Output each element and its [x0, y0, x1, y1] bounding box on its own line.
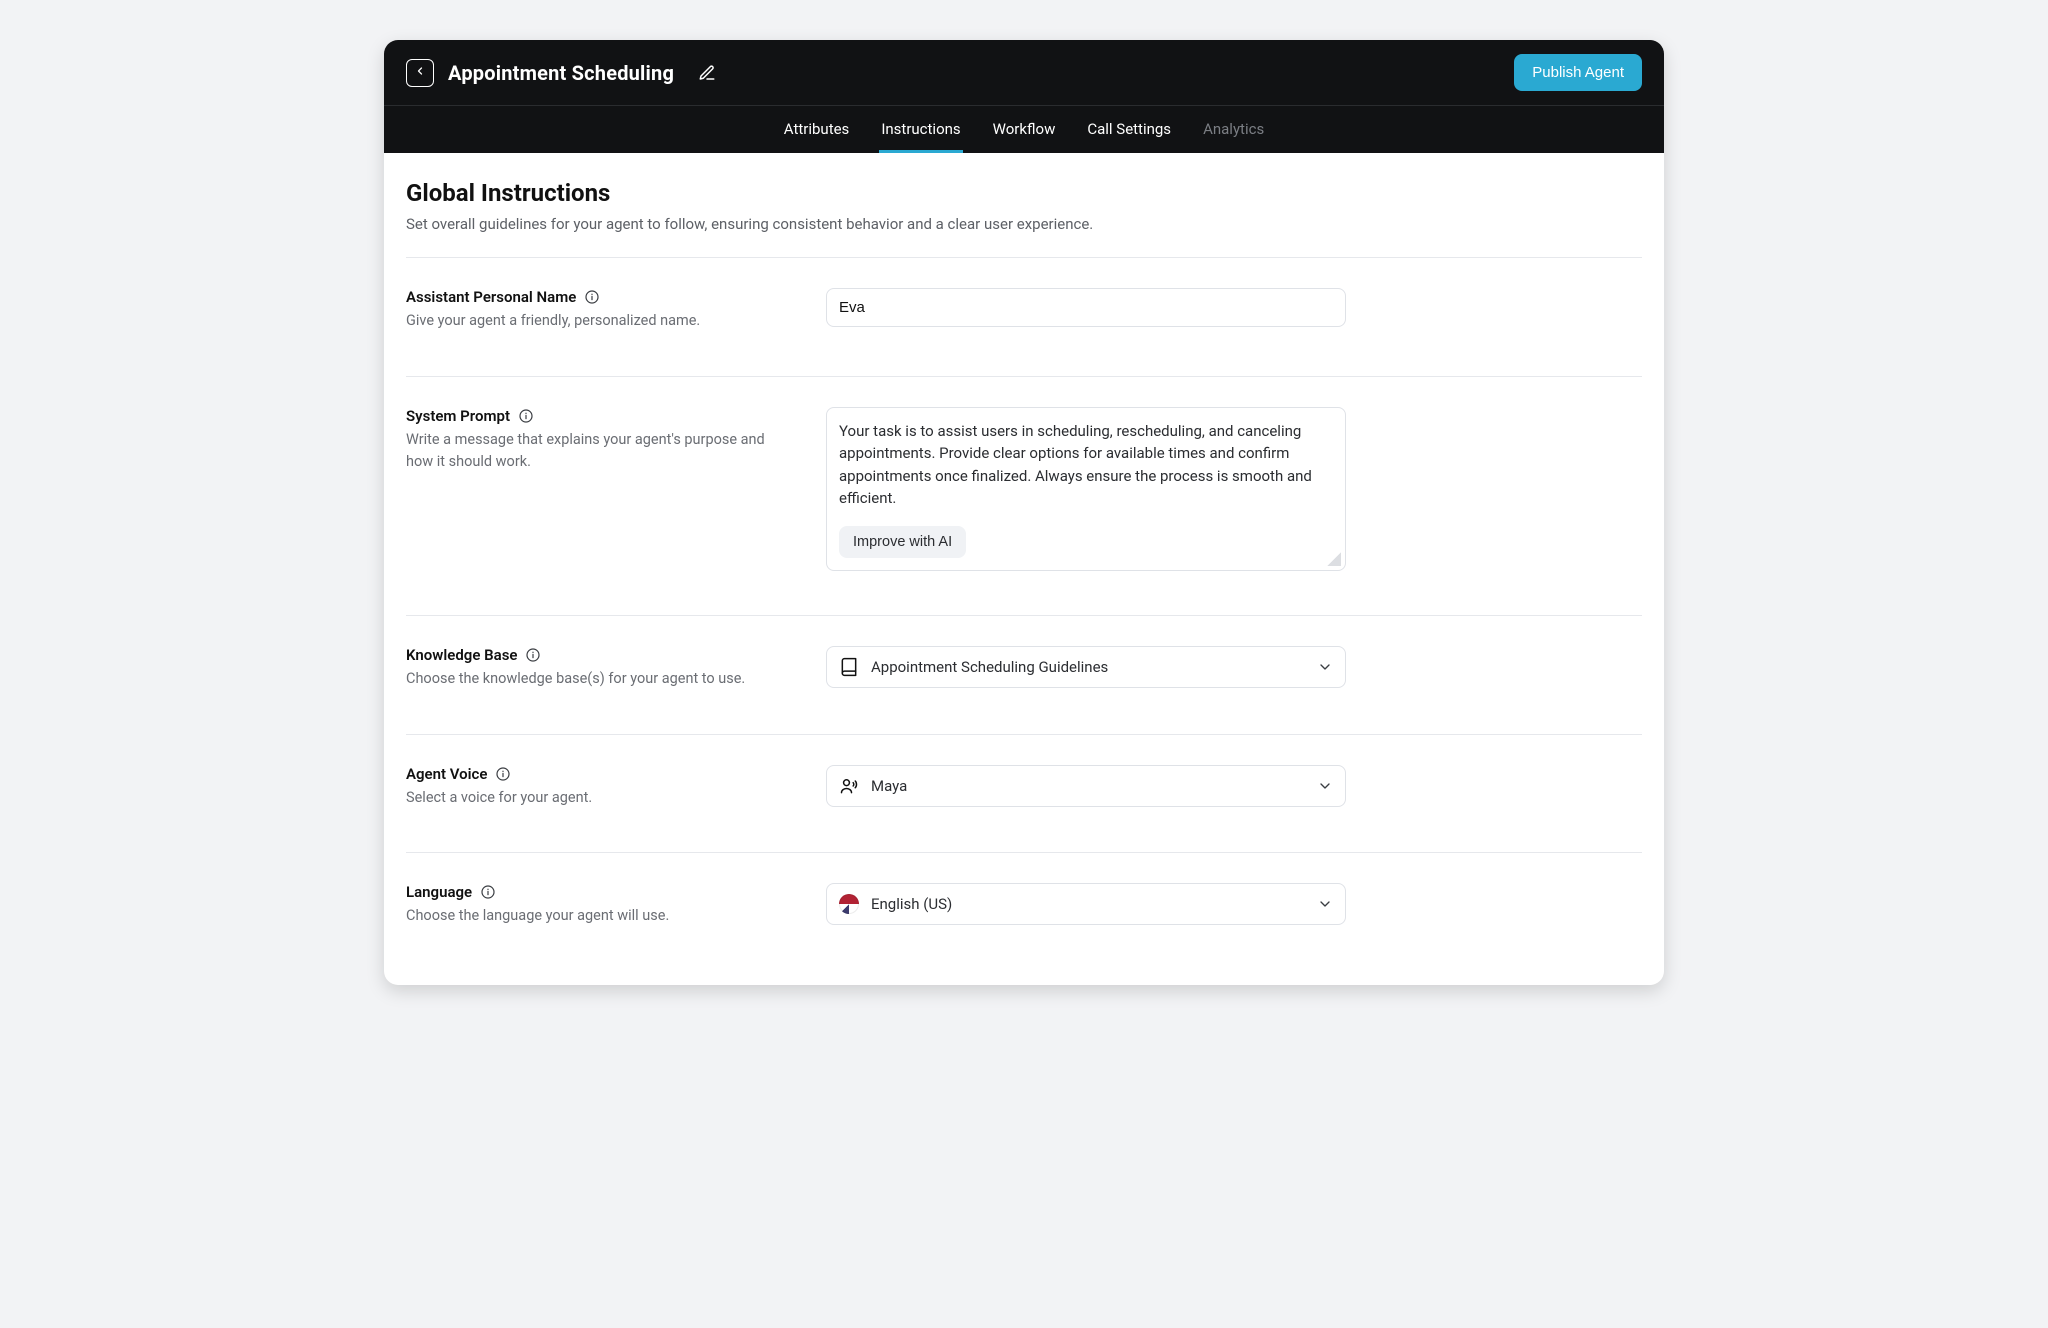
- page-title: Appointment Scheduling: [448, 61, 674, 85]
- agent-voice-helper: Select a voice for your agent.: [406, 787, 786, 809]
- tab-call-settings[interactable]: Call Settings: [1085, 106, 1173, 153]
- row-left: Agent Voice Select a voice for your agen…: [406, 765, 786, 809]
- agent-voice-label: Agent Voice: [406, 765, 487, 783]
- assistant-name-helper: Give your agent a friendly, personalized…: [406, 310, 786, 332]
- chevron-down-icon: [1317, 659, 1333, 675]
- system-prompt-wrap: Your task is to assist users in scheduli…: [826, 407, 1346, 571]
- info-icon[interactable]: [480, 884, 496, 900]
- divider: [406, 376, 1642, 377]
- language-select[interactable]: English (US): [826, 883, 1346, 925]
- voice-person-icon: [839, 776, 859, 796]
- chevron-down-icon: [1317, 896, 1333, 912]
- assistant-name-label: Assistant Personal Name: [406, 288, 576, 306]
- tabs-bar: Attributes Instructions Workflow Call Se…: [384, 105, 1664, 153]
- app-card: Appointment Scheduling Publish Agent Att…: [384, 40, 1664, 985]
- tab-attributes[interactable]: Attributes: [782, 106, 852, 153]
- row-knowledge-base: Knowledge Base Choose the knowledge base…: [406, 638, 1642, 708]
- language-helper: Choose the language your agent will use.: [406, 905, 786, 927]
- divider: [406, 734, 1642, 735]
- language-label: Language: [406, 883, 472, 901]
- row-language: Language Choose the language your agent …: [406, 875, 1642, 945]
- improve-with-ai-button[interactable]: Improve with AI: [839, 526, 966, 558]
- section-subtitle: Set overall guidelines for your agent to…: [406, 215, 1642, 233]
- row-right: Your task is to assist users in scheduli…: [826, 407, 1346, 571]
- flag-us-icon: [839, 894, 859, 914]
- row-right: Appointment Scheduling Guidelines: [826, 646, 1346, 688]
- row-right: English (US): [826, 883, 1346, 925]
- row-left: Language Choose the language your agent …: [406, 883, 786, 927]
- system-prompt-label: System Prompt: [406, 407, 510, 425]
- content-area: Global Instructions Set overall guidelin…: [384, 153, 1664, 985]
- system-prompt-textarea[interactable]: Your task is to assist users in scheduli…: [839, 420, 1333, 510]
- section-title: Global Instructions: [406, 179, 1642, 207]
- info-icon[interactable]: [518, 408, 534, 424]
- row-assistant-name: Assistant Personal Name Give your agent …: [406, 280, 1642, 350]
- chevron-down-icon: [1317, 778, 1333, 794]
- publish-agent-button[interactable]: Publish Agent: [1514, 54, 1642, 91]
- knowledge-base-select[interactable]: Appointment Scheduling Guidelines: [826, 646, 1346, 688]
- row-left: Knowledge Base Choose the knowledge base…: [406, 646, 786, 690]
- knowledge-base-label: Knowledge Base: [406, 646, 517, 664]
- top-bar: Appointment Scheduling Publish Agent: [384, 40, 1664, 105]
- chevron-left-icon: [414, 65, 426, 80]
- system-prompt-helper: Write a message that explains your agent…: [406, 429, 786, 473]
- row-right: [826, 288, 1346, 327]
- row-agent-voice: Agent Voice Select a voice for your agen…: [406, 757, 1642, 827]
- knowledge-base-helper: Choose the knowledge base(s) for your ag…: [406, 668, 786, 690]
- row-left: System Prompt Write a message that expla…: [406, 407, 786, 473]
- edit-title-button[interactable]: [698, 64, 716, 82]
- info-icon[interactable]: [584, 289, 600, 305]
- assistant-name-input[interactable]: [826, 288, 1346, 327]
- resize-handle-icon[interactable]: [1327, 552, 1341, 566]
- top-bar-left: Appointment Scheduling: [406, 59, 716, 87]
- knowledge-base-value: Appointment Scheduling Guidelines: [871, 658, 1305, 676]
- back-button[interactable]: [406, 59, 434, 87]
- row-right: Maya: [826, 765, 1346, 807]
- agent-voice-value: Maya: [871, 777, 1305, 795]
- info-icon[interactable]: [525, 647, 541, 663]
- tab-instructions[interactable]: Instructions: [879, 106, 962, 153]
- divider: [406, 852, 1642, 853]
- info-icon[interactable]: [495, 766, 511, 782]
- divider: [406, 615, 1642, 616]
- tab-workflow[interactable]: Workflow: [991, 106, 1058, 153]
- language-value: English (US): [871, 895, 1305, 913]
- agent-voice-select[interactable]: Maya: [826, 765, 1346, 807]
- row-system-prompt: System Prompt Write a message that expla…: [406, 399, 1642, 589]
- row-left: Assistant Personal Name Give your agent …: [406, 288, 786, 332]
- book-icon: [839, 657, 859, 677]
- tab-analytics: Analytics: [1201, 106, 1266, 153]
- divider: [406, 257, 1642, 258]
